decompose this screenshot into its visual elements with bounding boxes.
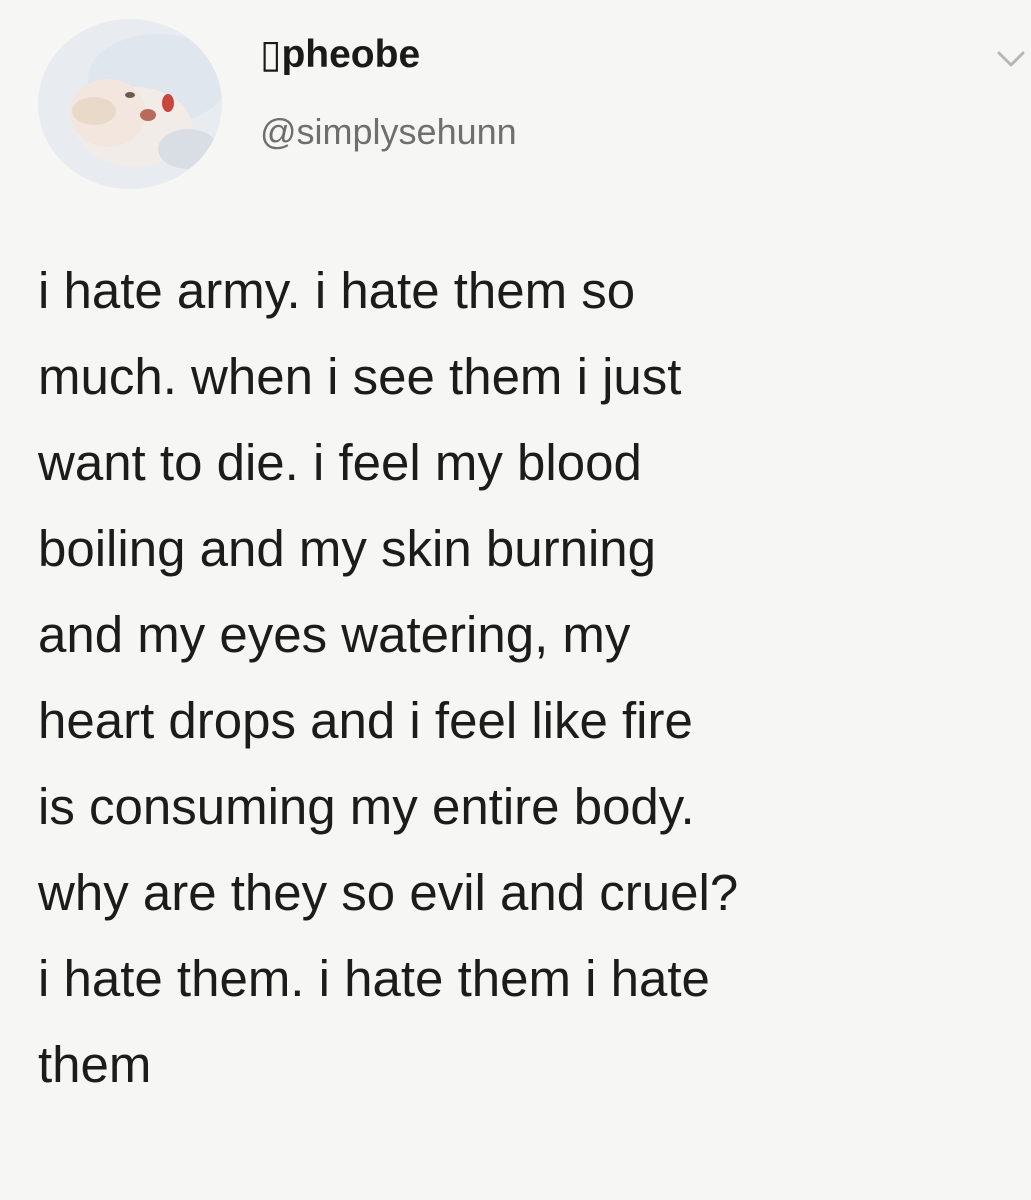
tweet-text-line: much. when i see them i just <box>38 348 682 405</box>
tweet-text: i hate army. i hate them so much. when i… <box>38 248 1028 1108</box>
profile-avatar[interactable] <box>38 19 222 189</box>
chevron-down-icon[interactable] <box>996 48 1026 70</box>
tweet-text-line: i hate army. i hate them so <box>38 262 636 319</box>
tweet-card: ▯pheobe @simplysehunn i hate army. i hat… <box>0 0 1031 1200</box>
tweet-text-line: and my eyes watering, my <box>38 606 631 663</box>
tweet-text-line: them <box>38 1036 152 1093</box>
tweet-text-line: heart drops and i feel like fire <box>38 692 693 749</box>
tweet-text-line: why are they so evil and cruel? <box>38 864 739 921</box>
tweet-text-line: want to die. i feel my blood <box>38 434 642 491</box>
display-name[interactable]: ▯pheobe <box>260 32 420 78</box>
user-handle[interactable]: @simplysehunn <box>260 110 517 154</box>
tweet-text-line: is consuming my entire body. <box>38 778 695 835</box>
tweet-text-line: i hate them. i hate them i hate <box>38 950 710 1007</box>
avatar-photo <box>38 19 222 189</box>
tweet-text-line: boiling and my skin burning <box>38 520 657 577</box>
